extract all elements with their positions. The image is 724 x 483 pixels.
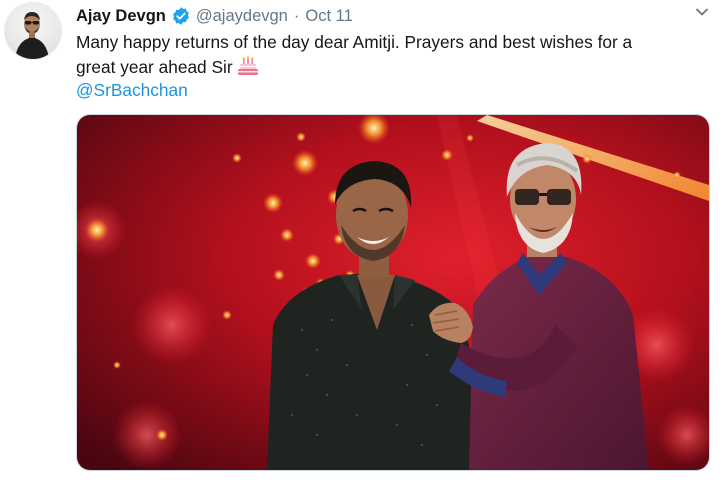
tweet-text-line-2: great year ahead Sir	[76, 55, 696, 83]
tweet-text-line-2-text: great year ahead Sir	[76, 56, 233, 77]
tweet-header: Ajay Devgn @ajaydevgn · Oct 11	[76, 4, 353, 28]
author-avatar[interactable]	[4, 2, 62, 60]
tweet-text-line-1: Many happy returns of the day dear Amitj…	[76, 32, 633, 52]
tweet-card[interactable]: Ajay Devgn @ajaydevgn · Oct 11 Many happ…	[0, 0, 724, 483]
verified-badge-icon	[171, 6, 191, 26]
tweet-text: Many happy returns of the day dear Amitj…	[76, 30, 696, 82]
author-handle[interactable]: @ajaydevgn	[196, 5, 288, 27]
chevron-down-icon[interactable]	[692, 2, 712, 22]
tweet-date[interactable]: Oct 11	[305, 5, 352, 27]
birthday-cake-icon	[237, 55, 259, 83]
header-separator: ·	[293, 7, 300, 25]
author-name[interactable]: Ajay Devgn	[76, 5, 166, 27]
tweet-photo[interactable]	[76, 114, 710, 471]
mention-link[interactable]: @SrBachchan	[76, 79, 188, 101]
